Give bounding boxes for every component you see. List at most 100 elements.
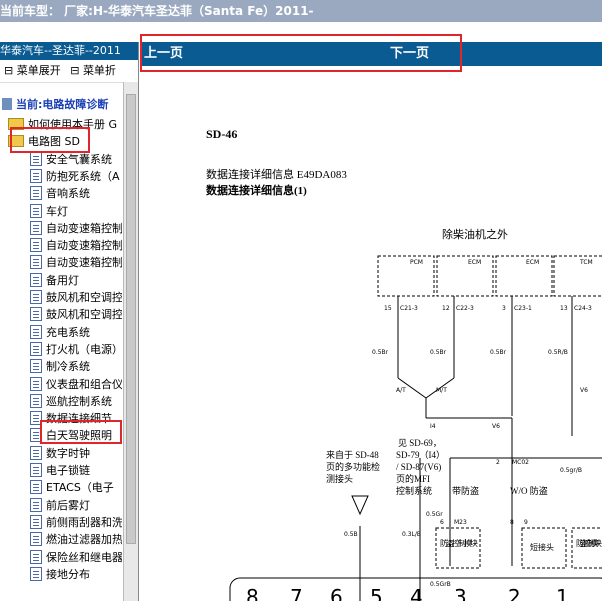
wire-4: 0.5R/B (548, 349, 568, 356)
collapse-icon[interactable]: ⊟ (70, 64, 79, 77)
tree-item[interactable]: 电子锁链 (30, 462, 90, 478)
label-at: A/T (396, 387, 406, 394)
module-ecm-1: ECM (468, 259, 481, 266)
label-v6-2: V6 (580, 387, 588, 394)
module-pcm: PCM (410, 259, 423, 266)
tree-item[interactable]: 防抱死系统（A (30, 168, 120, 184)
tree-item-label: 制冷系统 (46, 360, 90, 374)
tcm-box (553, 255, 602, 297)
tree-item-label: 鼓风机和空调控 (46, 308, 122, 322)
pin-9: 9 (524, 519, 528, 526)
tree-item-label: 自动变速箱控制 (46, 221, 122, 235)
bottom-pin-4: 4 (410, 585, 423, 601)
doc-title-2: 数据连接详细信息(1) (206, 183, 307, 197)
sidebar-scrollbar[interactable] (123, 82, 138, 601)
wire-1: 0.5Br (372, 349, 389, 356)
expand-menu-button[interactable]: 菜单展开 (17, 64, 61, 77)
document-icon (30, 272, 42, 287)
tree-item-label: 前后雾灯 (46, 498, 90, 512)
collapse-menu-button[interactable]: 菜单折 (83, 64, 116, 77)
tree-item[interactable]: 备用灯 (30, 272, 79, 288)
tree-item-label: 防抱死系统（A (46, 169, 120, 183)
module-tcm: TCM (579, 259, 593, 266)
wire-r: 0.5gr/B (560, 467, 582, 474)
tree-item[interactable]: 自动变速箱控制 (30, 220, 122, 236)
tree-item-label: 鼓风机和空调控 (46, 291, 122, 304)
tree-item-label: 仪表盘和组合仪 (46, 377, 122, 391)
from2: 页的多功能检 (326, 461, 380, 472)
tree-item[interactable]: 仪表盘和组合仪 (30, 376, 122, 392)
scrollbar-thumb[interactable] (126, 94, 136, 544)
pin2: 2 (496, 459, 500, 466)
tree-item[interactable]: 前侧雨刮器和洗 (30, 514, 122, 530)
tree-item[interactable]: 车灯 (30, 203, 68, 219)
short-conn-label: 短接头 (530, 542, 554, 552)
tree-item[interactable]: 鼓风机和空调控 (30, 289, 122, 305)
sidebar: 华泰汽车--圣达菲--2011 ⊟ 菜单展开 ⊟ 菜单折 当前:电路故障诊断 如… (0, 42, 139, 601)
w-05grb: 0.5GrB (430, 581, 451, 588)
tree-item[interactable]: 燃油过滤器加热 (30, 531, 122, 547)
tree-item[interactable]: 保险丝和继电器 (30, 549, 122, 565)
section-label: 除柴油机之外 (442, 227, 508, 241)
note3: / SD-87(V6) (396, 462, 441, 472)
document-icon (30, 238, 42, 253)
highlight-data-link (40, 420, 122, 444)
tree-item[interactable]: 打火机（电源） (30, 341, 122, 357)
pin-c21-3: C21-3 (400, 305, 418, 312)
tree-item-label: 打火机（电源） (46, 342, 122, 356)
tree-item[interactable]: 巡航控制系统 (30, 393, 112, 409)
wire-3: 0.5Br (490, 349, 507, 356)
highlight-nav (140, 34, 462, 72)
tree-item-label: ETACS（电子 (46, 481, 114, 495)
tree-item[interactable]: ETACS（电子 (30, 479, 114, 495)
tree-item[interactable]: 数字时钟 (30, 445, 90, 461)
document-icon (30, 497, 42, 512)
tree-item[interactable]: 音响系统 (30, 185, 90, 201)
from3: 测接头 (326, 473, 353, 484)
document-icon (30, 566, 42, 581)
tree-item-label: 数字时钟 (46, 446, 90, 460)
tree-root[interactable]: 当前:电路故障诊断 (2, 96, 108, 112)
tree-item-label: 电子锁链 (46, 464, 90, 477)
document-icon (30, 393, 42, 408)
document-icon (30, 549, 42, 564)
theft-module-label: 防盗控制模块 (440, 538, 478, 548)
tree-item-label: 自动变速箱控制 (46, 239, 122, 253)
pin-13: 13 (560, 305, 568, 312)
document-icon (30, 255, 42, 270)
w-05gr: 0.5Gr (426, 511, 443, 518)
tree-item[interactable]: 前后雾灯 (30, 497, 90, 513)
bottom-pin-2: 2 (508, 585, 521, 601)
tree-item-label: 燃油过滤器加热 (46, 533, 122, 547)
theft-module-box (435, 527, 481, 569)
expand-icon[interactable]: ⊟ (4, 64, 13, 77)
doc-title-1: 数据连接详细信息 E49DA083 (206, 167, 347, 181)
tree-item[interactable]: 制冷系统 (30, 358, 90, 374)
tree-item[interactable]: 鼓风机和空调控 (30, 306, 122, 322)
document-icon (30, 151, 42, 166)
w-05b: 0.5B (344, 531, 358, 538)
tree-item-label: 音响系统 (46, 187, 90, 201)
pin-c24-3: C24-3 (574, 305, 592, 312)
theft-module-label-2: 防盗控制模块 (576, 538, 602, 548)
bottom-pin-5: 5 (370, 585, 383, 601)
tree-item[interactable]: 充电系统 (30, 324, 90, 340)
m23: M23 (454, 519, 467, 526)
document-icon (30, 307, 42, 322)
theft-module-box-2 (571, 527, 602, 569)
document-icon (30, 168, 42, 183)
document-icon (30, 463, 42, 477)
pin-c23-1: C23-1 (514, 305, 532, 312)
document-icon (30, 480, 42, 495)
tree-item[interactable]: 自动变速箱控制 (30, 254, 122, 270)
bottom-pin-3: 3 (454, 585, 467, 601)
window-title: 当前车型： 厂家:H-华泰汽车圣达菲（Santa Fe）2011- (0, 4, 314, 18)
tree-item[interactable]: 自动变速箱控制 (30, 237, 122, 253)
tree-item[interactable]: 接地分布 (30, 566, 90, 582)
bottom-pin-7: 7 (290, 585, 303, 601)
module-ecm-2: ECM (526, 259, 539, 266)
document-icon (30, 514, 42, 529)
tree-item-label: 安全气囊系统 (46, 152, 112, 166)
from1: 来自于 SD-48 (326, 449, 379, 460)
document-icon (30, 445, 42, 460)
